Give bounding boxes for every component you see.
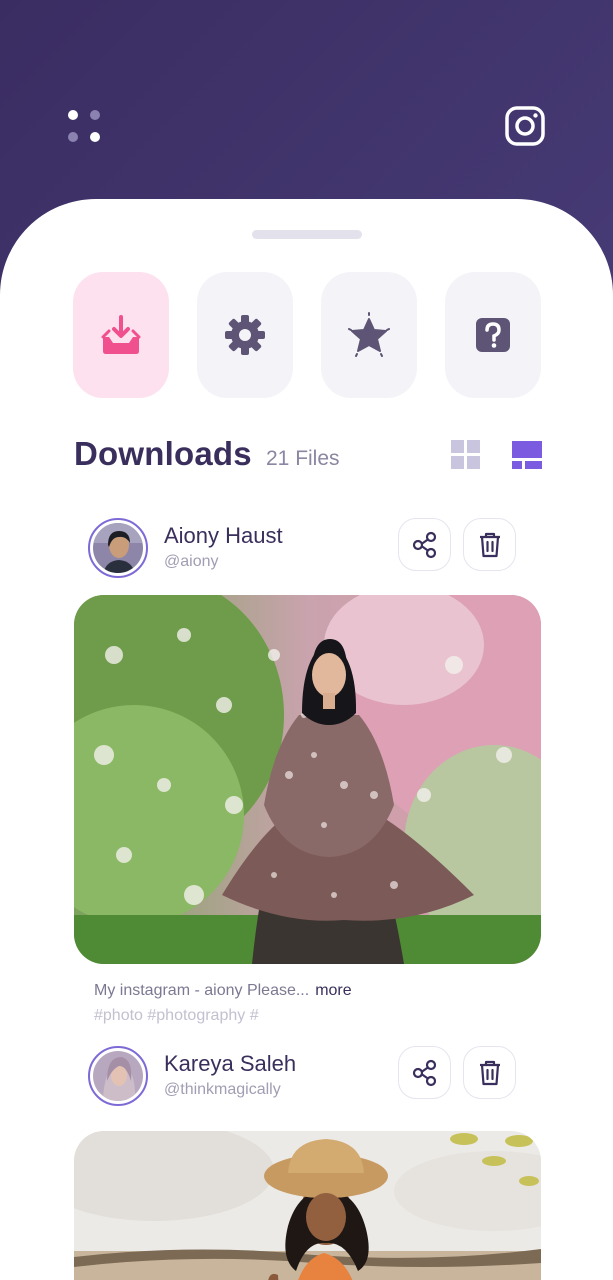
delete-button[interactable] [463,1046,516,1099]
more-link[interactable]: more [315,982,351,999]
user-handle[interactable]: @aiony [164,553,219,571]
user-handle[interactable]: @thinkmagically [164,1081,281,1099]
share-icon [412,1059,436,1086]
post-caption: My instagram - aiony Please... more [94,982,352,1000]
post-photo[interactable] [74,1131,541,1280]
post-photo[interactable] [74,595,541,964]
quick-action-help[interactable] [445,272,541,398]
download-tray-icon [101,315,141,354]
quick-action-downloads[interactable] [73,272,169,398]
star-icon [348,312,390,357]
trash-icon [479,1060,500,1085]
avatar[interactable] [88,1046,148,1106]
caption-text: My instagram - aiony Please... [94,982,310,999]
file-count: 21 Files [266,447,340,470]
share-button[interactable] [398,518,451,571]
avatar[interactable] [88,518,148,578]
downloads-sheet: Downloads 21 Files Aiony Haust @aiony My… [0,199,613,1280]
question-icon [476,318,510,352]
list-view-icon[interactable] [511,439,543,471]
grid-view-icon[interactable] [450,439,482,471]
post-header: Kareya Saleh @thinkmagically [88,1046,548,1106]
gear-icon [225,315,265,355]
menu-dots-icon[interactable] [66,108,106,148]
trash-icon [479,532,500,557]
share-button[interactable] [398,1046,451,1099]
user-name[interactable]: Kareya Saleh [164,1051,296,1077]
user-name[interactable]: Aiony Haust [164,523,283,549]
quick-action-settings[interactable] [197,272,293,398]
delete-button[interactable] [463,518,516,571]
post-header: Aiony Haust @aiony [88,518,548,578]
quick-action-favorites[interactable] [321,272,417,398]
drag-handle[interactable] [252,230,362,239]
downloads-title: Downloads [74,435,252,472]
top-bar [0,0,613,200]
instagram-icon[interactable] [505,106,545,146]
post-tags[interactable]: #photo #photography # [94,1007,259,1025]
share-icon [412,531,436,558]
